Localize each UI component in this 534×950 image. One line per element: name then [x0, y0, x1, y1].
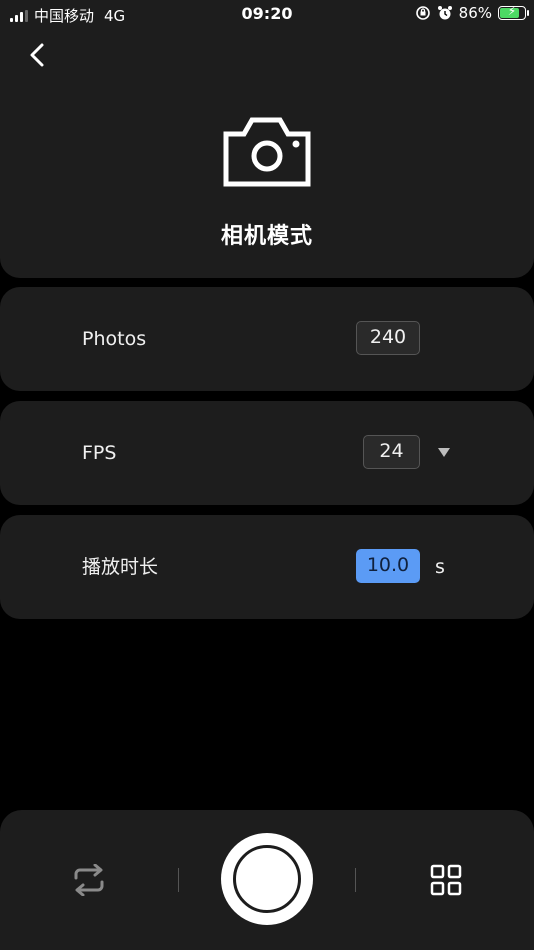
duration-unit: s — [435, 556, 445, 578]
battery-percent: 86% — [458, 4, 492, 22]
camera-icon — [223, 117, 311, 187]
alarm-icon — [437, 6, 452, 20]
photos-input[interactable]: 240 — [356, 321, 420, 355]
mode-title: 相机模式 — [220, 224, 313, 249]
status-bar: 中国移动 4G 09:20 86% ⚡ — [0, 0, 534, 28]
back-button[interactable] — [24, 40, 52, 70]
shutter-button[interactable] — [221, 833, 313, 925]
duration-row: 播放时长 10.0 s — [0, 515, 534, 619]
battery-charging-icon: ⚡ — [498, 4, 529, 20]
fps-row: FPS 24 — [0, 401, 534, 505]
duration-label: 播放时长 — [82, 556, 159, 578]
duration-input[interactable]: 10.0 — [356, 549, 420, 583]
fps-label: FPS — [82, 442, 117, 464]
photos-row: Photos 240 — [0, 287, 534, 391]
caret-down-icon[interactable] — [438, 448, 450, 457]
shutter-inner — [233, 845, 301, 913]
bottom-divider-right — [355, 868, 356, 892]
rotation-lock-icon — [415, 6, 430, 20]
grid-icon[interactable] — [430, 864, 462, 896]
switch-camera-icon[interactable] — [70, 864, 108, 896]
fps-select[interactable]: 24 — [363, 435, 420, 469]
chevron-left-icon — [30, 43, 44, 67]
photos-label: Photos — [82, 328, 147, 350]
bottom-divider-left — [178, 868, 179, 892]
status-right: 86% ⚡ — [415, 4, 529, 22]
